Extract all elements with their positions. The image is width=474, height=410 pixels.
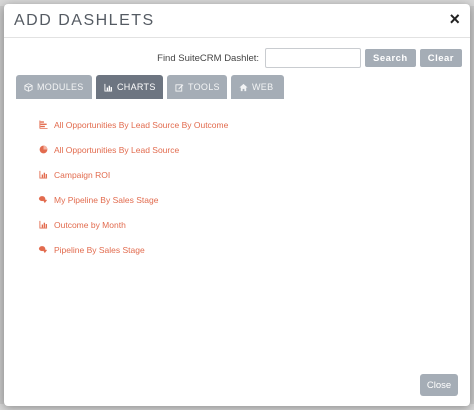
list-item[interactable]: Outcome by Month (38, 212, 228, 237)
pie-chart-icon (38, 145, 48, 155)
edit-icon (175, 83, 184, 92)
search-input[interactable] (265, 48, 362, 68)
dashlet-label: My Pipeline By Sales Stage (54, 194, 159, 205)
add-dashlets-dialog: ADD DASHLETS × Find SuiteCRM Dashlet: Se… (4, 4, 470, 406)
dashlet-label: Pipeline By Sales Stage (54, 244, 145, 255)
tab-label: CHARTS (117, 82, 156, 92)
list-item[interactable]: All Opportunities By Lead Source By Outc… (38, 112, 228, 137)
dashlet-tabs: MODULES CHARTS TOOLS WEB (16, 75, 284, 99)
list-item[interactable]: Campaign ROI (38, 162, 228, 187)
bar-chart-icon (38, 170, 48, 180)
horizontal-bar-chart-icon (38, 120, 48, 130)
cube-icon (24, 82, 33, 92)
tab-tools[interactable]: TOOLS (167, 75, 227, 99)
list-item[interactable]: My Pipeline By Sales Stage (38, 187, 228, 212)
dashlet-label: Campaign ROI (54, 169, 111, 180)
clear-button[interactable]: Clear (419, 49, 462, 67)
tab-label: TOOLS (188, 82, 220, 92)
home-icon (239, 83, 248, 92)
search-button[interactable]: Search (365, 49, 416, 67)
dashlet-list: All Opportunities By Lead Source By Outc… (38, 112, 228, 262)
tab-web[interactable]: WEB (231, 75, 284, 99)
dashlet-label: All Opportunities By Lead Source By Outc… (54, 119, 229, 130)
tab-charts[interactable]: CHARTS (96, 75, 163, 99)
funnel-chart-icon (38, 195, 48, 205)
funnel-chart-icon (38, 245, 48, 255)
close-icon[interactable]: × (449, 10, 460, 28)
dialog-title: ADD DASHLETS (14, 12, 155, 29)
dashlet-label: Outcome by Month (54, 219, 126, 230)
list-item[interactable]: Pipeline By Sales Stage (38, 237, 228, 262)
search-bar: Find SuiteCRM Dashlet: Search Clear (157, 48, 462, 68)
dialog-header: ADD DASHLETS × (4, 4, 470, 38)
close-button[interactable]: Close (420, 374, 458, 396)
search-label: Find SuiteCRM Dashlet: (157, 52, 260, 64)
bar-chart-icon (104, 83, 113, 92)
tab-modules[interactable]: MODULES (16, 75, 92, 99)
tab-label: MODULES (37, 82, 84, 92)
list-item[interactable]: All Opportunities By Lead Source (38, 137, 228, 162)
tab-label: WEB (252, 82, 274, 92)
bar-chart-icon (38, 220, 48, 230)
dashlet-label: All Opportunities By Lead Source (54, 144, 180, 155)
